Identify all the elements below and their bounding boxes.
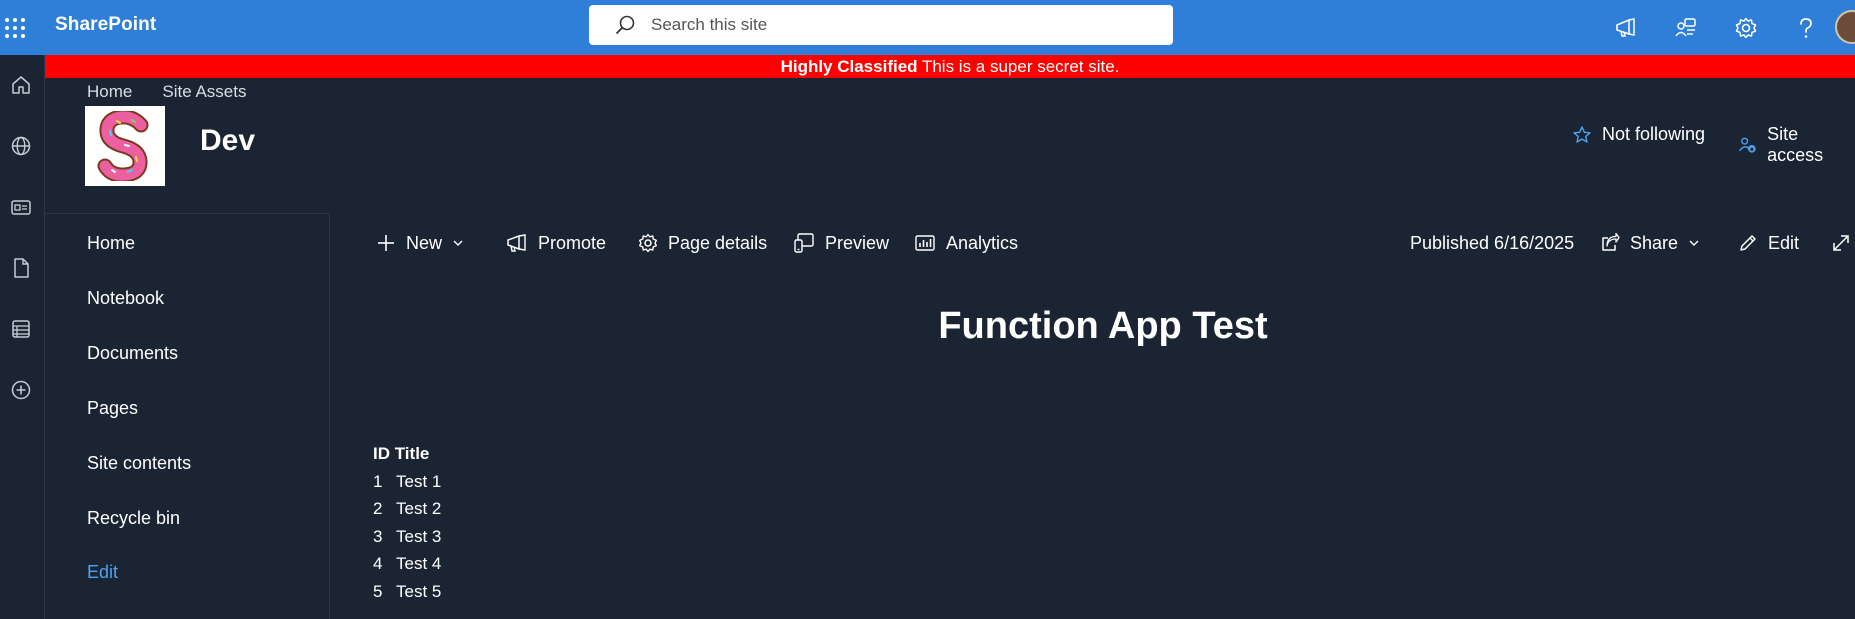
- nav-item-home[interactable]: Home: [87, 233, 135, 254]
- search-icon: [611, 11, 639, 39]
- published-status: Published 6/16/2025: [1410, 230, 1574, 256]
- nav-item-site-contents[interactable]: Site contents: [87, 453, 191, 474]
- chevron-down-icon: [453, 240, 463, 246]
- table-row: 3 Test 3: [373, 523, 441, 551]
- expand-button[interactable]: [1831, 230, 1855, 256]
- table-row: 5 Test 5: [373, 578, 441, 606]
- megaphone-icon: [507, 234, 526, 252]
- cell-title: Test 5: [396, 581, 442, 601]
- app-name[interactable]: SharePoint: [55, 14, 156, 36]
- search-box[interactable]: [589, 5, 1173, 45]
- preview-label: Preview: [825, 232, 890, 253]
- site-logo[interactable]: [85, 106, 165, 186]
- nav-item-documents[interactable]: Documents: [87, 343, 178, 364]
- nav-item-pages[interactable]: Pages: [87, 398, 138, 419]
- page-title: Function App Test: [938, 305, 1268, 347]
- table-row: 2 Test 2: [373, 495, 441, 523]
- edit-page-button[interactable]: Edit: [1738, 230, 1799, 256]
- left-navigation: Home Notebook Documents Pages Site conte…: [45, 213, 330, 619]
- star-icon: [1573, 125, 1591, 143]
- site-access-label: Site access: [1767, 124, 1824, 165]
- share-label: Share: [1630, 232, 1679, 253]
- document-icon[interactable]: [3, 250, 39, 286]
- chevron-down-icon: [1689, 240, 1699, 246]
- cell-title: Test 3: [396, 526, 442, 546]
- cell-id: 4: [373, 554, 383, 573]
- megaphone-icon[interactable]: [1608, 10, 1644, 46]
- breadcrumb-site-assets[interactable]: Site Assets: [162, 82, 246, 101]
- cell-id: 1: [373, 471, 383, 491]
- site-access-button[interactable]: Site access: [1738, 124, 1855, 166]
- cell-title: Test 2: [396, 499, 442, 518]
- expand-icon: [1833, 235, 1849, 251]
- site-title[interactable]: Dev: [200, 124, 255, 158]
- preview-button[interactable]: Preview: [793, 230, 889, 256]
- cell-title: Test 4: [396, 554, 442, 573]
- data-table: ID Title 1 Test 1 2 Test 2 3 Test 3 4 Test 4…: [373, 440, 441, 605]
- search-input[interactable]: [651, 15, 1131, 35]
- people-icon[interactable]: [1668, 10, 1704, 46]
- nav-edit-link[interactable]: Edit: [87, 562, 118, 583]
- breadcrumb: Home Site Assets: [87, 82, 276, 102]
- news-icon[interactable]: [3, 189, 39, 225]
- nav-item-recycle-bin[interactable]: Recycle bin: [87, 508, 180, 529]
- table-row: 4 Test 4: [373, 550, 441, 578]
- new-label: New: [406, 232, 443, 253]
- gear-icon[interactable]: [1728, 10, 1764, 46]
- column-header-title: Title: [394, 444, 430, 463]
- nav-item-notebook[interactable]: Notebook: [87, 288, 164, 309]
- cell-id: 2: [373, 499, 383, 518]
- analytics-label: Analytics: [946, 232, 1019, 253]
- promote-label: Promote: [538, 232, 607, 253]
- preview-icon: [794, 233, 814, 253]
- column-header-id: ID: [373, 444, 390, 463]
- cell-id: 5: [373, 581, 383, 601]
- promote-button[interactable]: Promote: [506, 230, 606, 256]
- table-row: 1 Test 1: [373, 468, 441, 496]
- breadcrumb-home[interactable]: Home: [87, 82, 132, 101]
- help-icon[interactable]: [1788, 10, 1824, 46]
- classification-text: This is a super secret site.: [917, 57, 1120, 76]
- globe-icon[interactable]: [3, 128, 39, 164]
- analytics-button[interactable]: Analytics: [914, 230, 1018, 256]
- waffle-icon[interactable]: [0, 0, 30, 55]
- page-details-label: Page details: [668, 232, 768, 253]
- follow-label: Not following: [1602, 124, 1706, 144]
- classification-banner: Highly Classified This is a super secret…: [45, 55, 1855, 78]
- analytics-icon: [915, 235, 935, 251]
- new-button[interactable]: New: [376, 230, 464, 256]
- people-lock-icon: [1738, 137, 1756, 153]
- list-icon[interactable]: [3, 311, 39, 347]
- edit-label: Edit: [1768, 232, 1800, 253]
- classification-label: Highly Classified: [780, 57, 918, 76]
- avatar[interactable]: [1835, 10, 1855, 44]
- cell-id: 3: [373, 526, 383, 546]
- share-icon: [1602, 233, 1620, 251]
- published-label: Published 6/16/2025: [1410, 232, 1575, 253]
- plus-icon: [378, 235, 394, 251]
- suite-bar: SharePoint: [0, 0, 1855, 55]
- share-button[interactable]: Share: [1600, 230, 1700, 256]
- cell-title: Test 1: [396, 471, 442, 491]
- table-header: ID Title: [373, 440, 441, 468]
- add-icon[interactable]: [3, 372, 39, 408]
- app-rail: [0, 55, 45, 619]
- follow-button[interactable]: Not following: [1572, 124, 1705, 145]
- gear-icon: [639, 233, 657, 253]
- home-icon[interactable]: [3, 67, 39, 103]
- page-details-button[interactable]: Page details: [638, 230, 767, 256]
- pencil-icon: [1740, 235, 1756, 251]
- donut-s-logo: [97, 111, 149, 181]
